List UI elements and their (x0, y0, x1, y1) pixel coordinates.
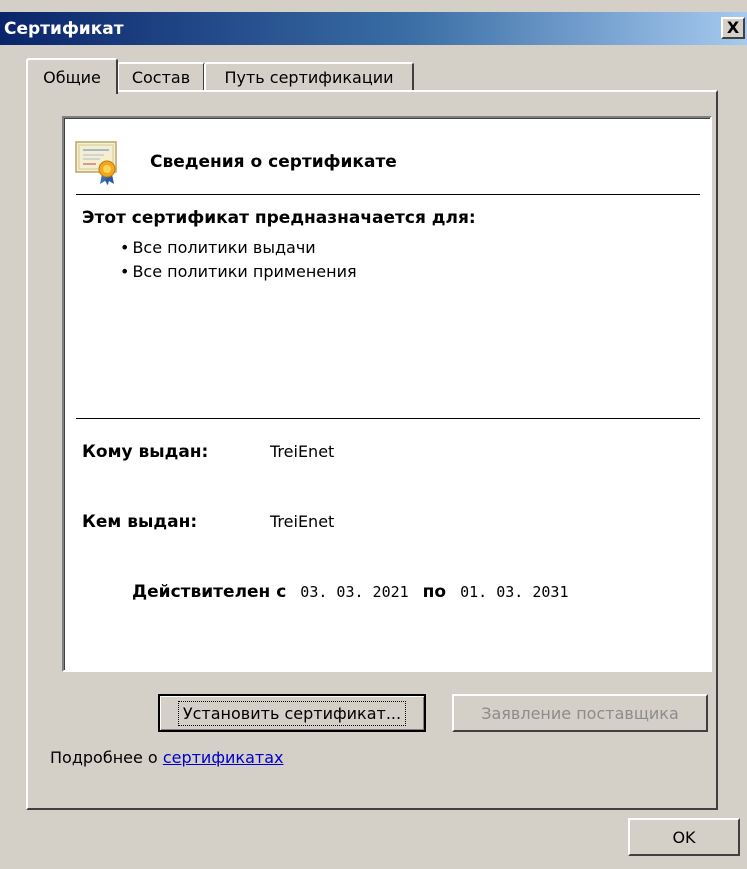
divider (76, 418, 700, 419)
divider (76, 194, 700, 195)
issued-to-value: TreiEnet (270, 442, 335, 461)
validity-period: Действителен с 03. 03. 2021 по 01. 03. 2… (132, 582, 568, 602)
certificate-icon (75, 141, 117, 185)
tab-general[interactable]: Общие (26, 58, 118, 94)
valid-to-label: по (422, 582, 447, 602)
issued-by-label: Кем выдан: (82, 512, 198, 532)
close-button[interactable]: X (721, 17, 745, 39)
issued-to-label: Кому выдан: (82, 442, 209, 462)
more-info-prefix: Подробнее о (50, 748, 163, 767)
tab-certification-path-label: Путь сертификации (224, 67, 394, 87)
tab-details[interactable]: Состав (117, 62, 205, 92)
more-info-text: Подробнее о сертификатах (50, 748, 283, 767)
install-certificate-button[interactable]: Установить сертификат... (158, 694, 426, 732)
close-icon: X (726, 18, 740, 37)
issuer-statement-label: Заявление поставщика (481, 703, 679, 723)
issued-by-value: TreiEnet (270, 512, 335, 531)
valid-to-date: 01. 03. 2031 (460, 583, 569, 601)
certificate-info-panel: Сведения о сертификате Этот сертификат п… (62, 116, 712, 672)
purpose-list: Все политики выдачи Все политики примене… (120, 238, 357, 286)
tab-details-label: Состав (131, 67, 191, 87)
purpose-item: Все политики выдачи (120, 238, 357, 262)
install-certificate-label: Установить сертификат... (177, 700, 407, 726)
purpose-title: Этот сертификат предназначается для: (82, 208, 476, 228)
ok-label: OK (672, 827, 696, 847)
issuer-statement-button[interactable]: Заявление поставщика (452, 694, 708, 732)
info-header: Сведения о сертификате (150, 152, 397, 172)
tab-certification-path[interactable]: Путь сертификации (204, 62, 414, 92)
tab-general-label: Общие (43, 67, 101, 87)
certificates-link[interactable]: сертификатах (163, 748, 284, 767)
certificate-dialog: Сертификат X Состав Путь сертификации Об… (0, 0, 747, 869)
valid-from-date: 03. 03. 2021 (300, 583, 409, 601)
purpose-item: Все политики применения (120, 262, 356, 286)
valid-from-label: Действителен с (132, 582, 287, 602)
window-title: Сертификат (4, 18, 124, 39)
title-bar[interactable]: Сертификат X (0, 12, 747, 45)
ok-button[interactable]: OK (628, 818, 740, 856)
